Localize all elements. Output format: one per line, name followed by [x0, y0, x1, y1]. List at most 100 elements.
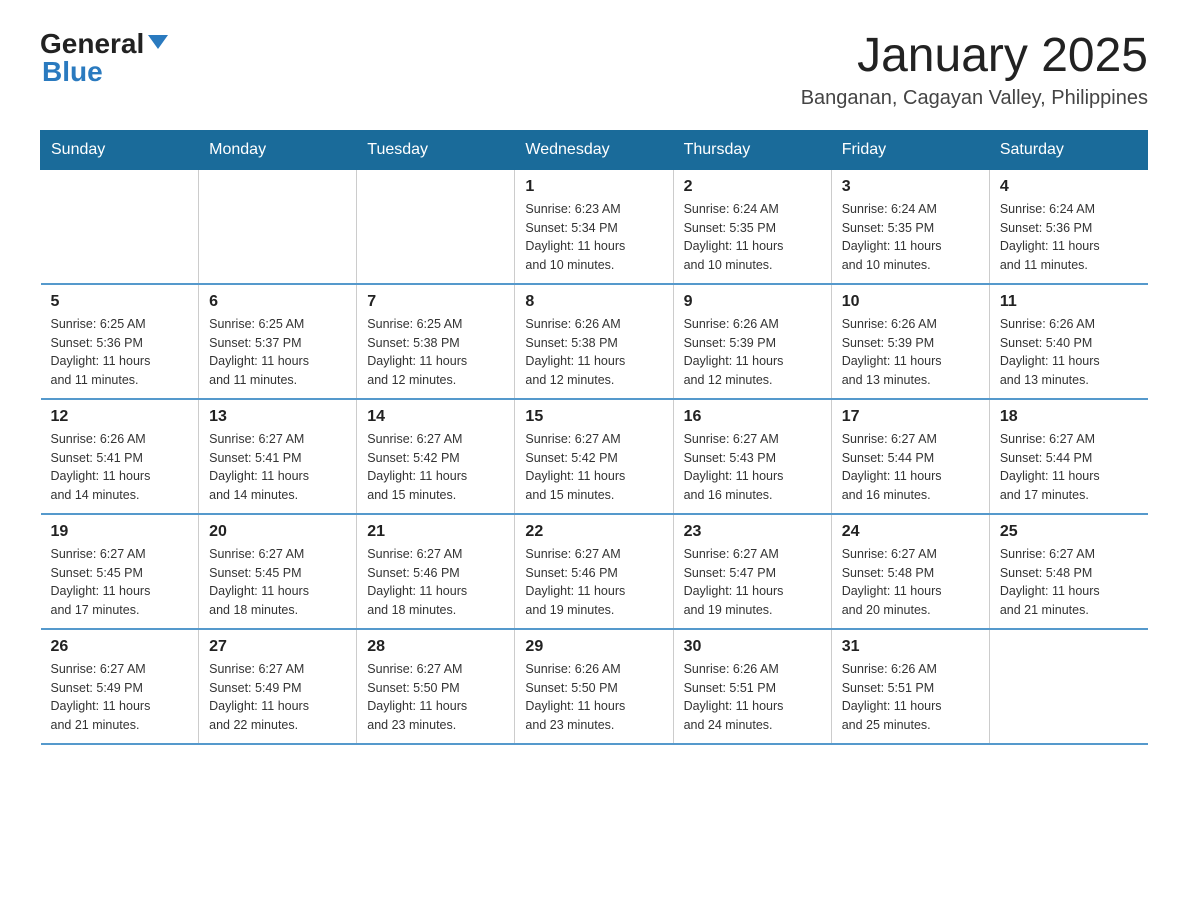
day-info: Sunrise: 6:25 AMSunset: 5:36 PMDaylight:… [51, 315, 189, 390]
calendar-cell: 16Sunrise: 6:27 AMSunset: 5:43 PMDayligh… [673, 399, 831, 514]
day-number: 1 [525, 178, 662, 196]
calendar-cell: 23Sunrise: 6:27 AMSunset: 5:47 PMDayligh… [673, 514, 831, 629]
day-info: Sunrise: 6:27 AMSunset: 5:48 PMDaylight:… [1000, 545, 1138, 620]
day-info: Sunrise: 6:27 AMSunset: 5:45 PMDaylight:… [51, 545, 189, 620]
calendar-cell: 22 Sunrise: 6:27 AMSunset: 5:46 PMDayligh… [515, 514, 673, 629]
day-info: Sunrise: 6:24 AMSunset: 5:35 PMDaylight:… [684, 200, 821, 275]
day-number: 2 [684, 178, 821, 196]
day-number: 8 [525, 293, 662, 311]
day-number: 4 [1000, 178, 1138, 196]
header-day-wednesday: Wednesday [515, 130, 673, 169]
day-info: Sunrise: 6:27 AMSunset: 5:42 PMDaylight:… [525, 430, 662, 505]
day-info: Sunrise: 6:27 AMSunset: 5:42 PMDaylight:… [367, 430, 504, 505]
day-number: 10 [842, 293, 979, 311]
calendar-cell: 26Sunrise: 6:27 AMSunset: 5:49 PMDayligh… [41, 629, 199, 744]
calendar-cell: 15 Sunrise: 6:27 AMSunset: 5:42 PMDayligh… [515, 399, 673, 514]
day-number: 15 [525, 408, 662, 426]
calendar-cell: 7Sunrise: 6:25 AMSunset: 5:38 PMDaylight… [357, 284, 515, 399]
calendar-cell [357, 169, 515, 284]
day-info: Sunrise: 6:27 AMSunset: 5:50 PMDaylight:… [367, 660, 504, 735]
day-number: 13 [209, 408, 346, 426]
day-number: 30 [684, 638, 821, 656]
day-number: 18 [1000, 408, 1138, 426]
day-info: Sunrise: 6:27 AMSunset: 5:44 PMDaylight:… [842, 430, 979, 505]
calendar-cell [199, 169, 357, 284]
logo-arrow-icon [148, 35, 168, 49]
calendar-cell: 3 Sunrise: 6:24 AMSunset: 5:35 PMDaylight… [831, 169, 989, 284]
day-number: 17 [842, 408, 979, 426]
day-number: 29 [525, 638, 662, 656]
header-day-friday: Friday [831, 130, 989, 169]
header-day-saturday: Saturday [989, 130, 1147, 169]
calendar-cell: 28 Sunrise: 6:27 AMSunset: 5:50 PMDayligh… [357, 629, 515, 744]
calendar-cell: 5 Sunrise: 6:25 AMSunset: 5:36 PMDaylight… [41, 284, 199, 399]
calendar-table: SundayMondayTuesdayWednesdayThursdayFrid… [40, 130, 1148, 745]
location-text: Banganan, Cagayan Valley, Philippines [801, 87, 1148, 110]
day-number: 24 [842, 523, 979, 541]
day-info: Sunrise: 6:27 AMSunset: 5:49 PMDaylight:… [51, 660, 189, 735]
calendar-cell: 21 Sunrise: 6:27 AMSunset: 5:46 PMDayligh… [357, 514, 515, 629]
calendar-cell: 31 Sunrise: 6:26 AMSunset: 5:51 PMDayligh… [831, 629, 989, 744]
month-title: January 2025 [801, 30, 1148, 83]
calendar-cell: 30Sunrise: 6:26 AMSunset: 5:51 PMDayligh… [673, 629, 831, 744]
calendar-cell: 18 Sunrise: 6:27 AMSunset: 5:44 PMDayligh… [989, 399, 1147, 514]
day-info: Sunrise: 6:27 AMSunset: 5:47 PMDaylight:… [684, 545, 821, 620]
day-number: 22 [525, 523, 662, 541]
calendar-cell: 6 Sunrise: 6:25 AMSunset: 5:37 PMDaylight… [199, 284, 357, 399]
header-day-monday: Monday [199, 130, 357, 169]
calendar-cell: 12 Sunrise: 6:26 AMSunset: 5:41 PMDayligh… [41, 399, 199, 514]
day-number: 9 [684, 293, 821, 311]
day-number: 6 [209, 293, 346, 311]
day-number: 3 [842, 178, 979, 196]
day-info: Sunrise: 6:27 AMSunset: 5:43 PMDaylight:… [684, 430, 821, 505]
calendar-cell: 29 Sunrise: 6:26 AMSunset: 5:50 PMDayligh… [515, 629, 673, 744]
calendar-body: 1 Sunrise: 6:23 AMSunset: 5:34 PMDaylight… [41, 169, 1148, 744]
calendar-cell [989, 629, 1147, 744]
day-info: Sunrise: 6:24 AMSunset: 5:35 PMDaylight:… [842, 200, 979, 275]
day-info: Sunrise: 6:27 AMSunset: 5:45 PMDaylight:… [209, 545, 346, 620]
day-info: Sunrise: 6:26 AMSunset: 5:41 PMDaylight:… [51, 430, 189, 505]
day-info: Sunrise: 6:27 AMSunset: 5:46 PMDaylight:… [525, 545, 662, 620]
day-info: Sunrise: 6:27 AMSunset: 5:44 PMDaylight:… [1000, 430, 1138, 505]
week-row-5: 26Sunrise: 6:27 AMSunset: 5:49 PMDayligh… [41, 629, 1148, 744]
day-info: Sunrise: 6:27 AMSunset: 5:41 PMDaylight:… [209, 430, 346, 505]
calendar-cell: 19 Sunrise: 6:27 AMSunset: 5:45 PMDayligh… [41, 514, 199, 629]
day-info: Sunrise: 6:25 AMSunset: 5:37 PMDaylight:… [209, 315, 346, 390]
calendar-cell: 2 Sunrise: 6:24 AMSunset: 5:35 PMDaylight… [673, 169, 831, 284]
logo-blue-text: Blue [42, 58, 103, 86]
day-info: Sunrise: 6:26 AMSunset: 5:51 PMDaylight:… [842, 660, 979, 735]
day-info: Sunrise: 6:24 AMSunset: 5:36 PMDaylight:… [1000, 200, 1138, 275]
day-info: Sunrise: 6:27 AMSunset: 5:48 PMDaylight:… [842, 545, 979, 620]
calendar-cell: 1 Sunrise: 6:23 AMSunset: 5:34 PMDaylight… [515, 169, 673, 284]
day-number: 21 [367, 523, 504, 541]
calendar-cell: 11Sunrise: 6:26 AMSunset: 5:40 PMDayligh… [989, 284, 1147, 399]
header-day-thursday: Thursday [673, 130, 831, 169]
calendar-cell: 24 Sunrise: 6:27 AMSunset: 5:48 PMDayligh… [831, 514, 989, 629]
day-number: 19 [51, 523, 189, 541]
day-info: Sunrise: 6:23 AMSunset: 5:34 PMDaylight:… [525, 200, 662, 275]
calendar-cell: 8 Sunrise: 6:26 AMSunset: 5:38 PMDaylight… [515, 284, 673, 399]
calendar-cell: 20Sunrise: 6:27 AMSunset: 5:45 PMDayligh… [199, 514, 357, 629]
calendar-cell: 10 Sunrise: 6:26 AMSunset: 5:39 PMDayligh… [831, 284, 989, 399]
title-section: January 2025 Banganan, Cagayan Valley, P… [801, 30, 1148, 110]
header-row: SundayMondayTuesdayWednesdayThursdayFrid… [41, 130, 1148, 169]
day-info: Sunrise: 6:26 AMSunset: 5:50 PMDaylight:… [525, 660, 662, 735]
calendar-cell [41, 169, 199, 284]
day-info: Sunrise: 6:26 AMSunset: 5:38 PMDaylight:… [525, 315, 662, 390]
calendar-cell: 14 Sunrise: 6:27 AMSunset: 5:42 PMDayligh… [357, 399, 515, 514]
header-day-sunday: Sunday [41, 130, 199, 169]
calendar-cell: 9Sunrise: 6:26 AMSunset: 5:39 PMDaylight… [673, 284, 831, 399]
week-row-1: 1 Sunrise: 6:23 AMSunset: 5:34 PMDaylight… [41, 169, 1148, 284]
day-info: Sunrise: 6:26 AMSunset: 5:39 PMDaylight:… [842, 315, 979, 390]
day-info: Sunrise: 6:27 AMSunset: 5:46 PMDaylight:… [367, 545, 504, 620]
day-number: 28 [367, 638, 504, 656]
day-number: 12 [51, 408, 189, 426]
day-number: 14 [367, 408, 504, 426]
calendar-cell: 17 Sunrise: 6:27 AMSunset: 5:44 PMDayligh… [831, 399, 989, 514]
week-row-2: 5 Sunrise: 6:25 AMSunset: 5:36 PMDaylight… [41, 284, 1148, 399]
day-number: 31 [842, 638, 979, 656]
calendar-cell: 13 Sunrise: 6:27 AMSunset: 5:41 PMDayligh… [199, 399, 357, 514]
day-info: Sunrise: 6:25 AMSunset: 5:38 PMDaylight:… [367, 315, 504, 390]
day-number: 5 [51, 293, 189, 311]
calendar-cell: 27Sunrise: 6:27 AMSunset: 5:49 PMDayligh… [199, 629, 357, 744]
